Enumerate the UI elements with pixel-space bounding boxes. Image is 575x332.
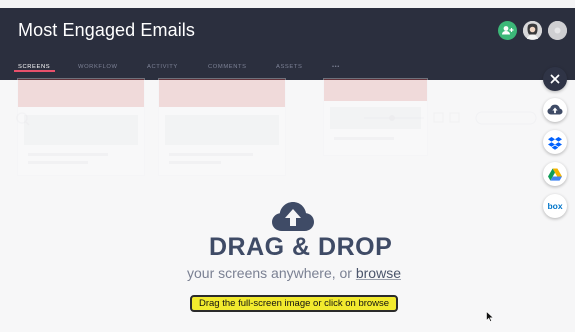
close-button[interactable] (543, 67, 567, 91)
user-avatar-icon[interactable] (523, 21, 542, 40)
cloud-upload-icon (547, 104, 563, 115)
dropbox-icon (548, 137, 562, 150)
tab-assets[interactable]: ASSETS (276, 64, 302, 70)
tab-workflow[interactable]: WORKFLOW (78, 64, 118, 70)
drag-drop-subtitle: your screens anywhere, or browse (187, 265, 401, 281)
google-drive-icon (548, 168, 562, 181)
mouse-cursor-icon (486, 311, 494, 322)
google-drive-button[interactable] (543, 162, 567, 186)
box-label: box (547, 201, 562, 211)
add-user-icon[interactable] (498, 21, 517, 40)
tab-comments[interactable]: COMMENTS (208, 64, 247, 70)
drag-drop-heading: DRAG & DROP (209, 233, 393, 261)
box-button[interactable]: box (543, 194, 567, 218)
user-avatar-icon[interactable] (548, 21, 567, 40)
instruction-tooltip: Drag the full-screen image or click on b… (190, 295, 399, 312)
drag-drop-subtitle-text: your screens anywhere, or (187, 265, 356, 281)
header-bar: Most Engaged Emails SCREENS WORKFLOW ACT… (0, 8, 575, 80)
cloud-upload-icon (270, 197, 316, 233)
dropbox-button[interactable] (543, 130, 567, 154)
close-icon (550, 74, 560, 84)
page-title: Most Engaged Emails (18, 20, 195, 40)
browse-link[interactable]: browse (356, 265, 401, 281)
active-tab-indicator (14, 70, 55, 72)
tab-activity[interactable]: ACTIVITY (147, 64, 178, 70)
tab-more[interactable]: ••• (332, 64, 340, 70)
upload-from-computer-button[interactable] (543, 98, 567, 122)
app-window: Most Engaged Emails SCREENS WORKFLOW ACT… (0, 0, 575, 332)
box-icon: box (547, 201, 562, 211)
